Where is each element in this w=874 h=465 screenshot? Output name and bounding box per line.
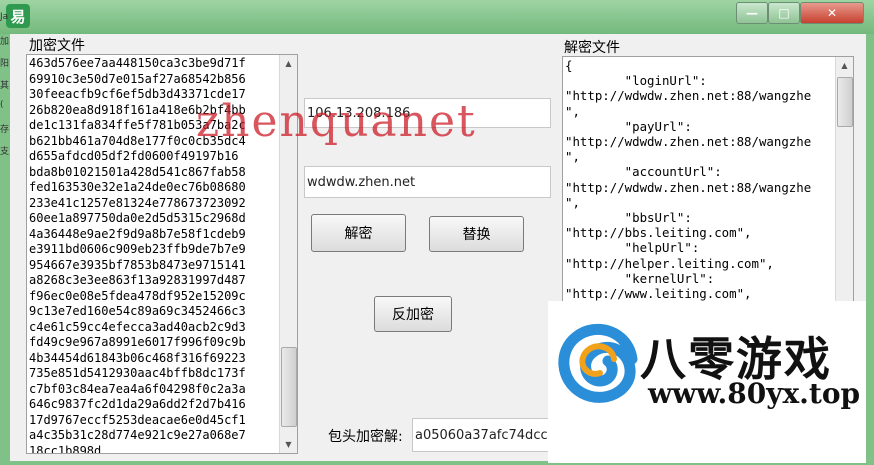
decrypted-line: "payUrl":	[565, 118, 692, 134]
title-bar: 易 — □ ✕	[0, 0, 874, 34]
decrypted-line: "http://bbs.leiting.com",	[565, 225, 752, 241]
encrypted-line: 69910c3e50d7e015af27a68542b856	[29, 71, 246, 86]
decrypted-line: {	[565, 58, 573, 73]
encrypted-file-label: 加密文件	[29, 38, 85, 54]
encrypted-line: a8268c3e3ee863f13a92831997d487	[29, 273, 246, 287]
decrypted-line: "http://helper.leiting.com",	[565, 255, 774, 271]
app-icon: 易	[6, 4, 30, 28]
maximize-button[interactable]: □	[768, 2, 800, 24]
decrypted-file-label: 解密文件	[564, 40, 620, 56]
encrypted-line: fd49c9e967a8991e6017f996f09c9b	[29, 335, 246, 349]
encrypted-line: e3911bd0606c909eb23ffb9de7b7e9	[29, 242, 246, 256]
encrypted-line: 4a36448e9ae2f9d9a8b7e58f1cdeb9	[29, 226, 246, 241]
encrypted-line: d655afdcd05df2fd0600f49197b16	[29, 149, 239, 163]
decrypted-line: "loginUrl":	[565, 73, 707, 89]
header-decrypt-label: 包头加密解:	[328, 429, 403, 445]
encrypted-line: 4b34454d61843b06c468f316f69223	[29, 350, 246, 365]
background-window-fragment: 阳	[0, 59, 10, 69]
encrypted-line: 9c13e7ed160e54c89a69c3452466c3	[29, 304, 246, 318]
encrypted-line: 18cc1b898d	[29, 443, 102, 454]
window-frame-left	[0, 34, 10, 465]
encrypted-line: 646c9837fc2d1da29a6dd2f2d7b416	[29, 397, 246, 411]
decrypt-button[interactable]: 解密	[311, 214, 406, 252]
close-button[interactable]: ✕	[800, 2, 864, 24]
scroll-thumb[interactable]	[837, 77, 853, 127]
scroll-up-arrow-icon[interactable]: ▲	[280, 55, 297, 72]
window-frame-right	[866, 34, 874, 465]
encrypted-line: a4c35b31c28d774e921c9e27a068e7	[29, 428, 246, 442]
header-decrypt-input[interactable]: a05060a37afc74dcc1	[412, 418, 560, 452]
watermark-text: zhenquanet	[196, 96, 477, 147]
encrypted-line: fed163530e32e1a24de0ec76b08680	[29, 180, 246, 194]
decrypted-line: "helpUrl":	[565, 240, 700, 256]
decrypted-line: "http://wdwdw.zhen.net:88/wangzhe	[565, 134, 812, 150]
swirl-logo-icon	[558, 323, 638, 405]
minimize-button[interactable]: —	[736, 2, 768, 24]
encrypted-line: c7bf03c84ea7ea4a6f04298f0c2a3a	[29, 381, 246, 396]
encrypted-line: 233e41c1257e81324e778673723092	[29, 195, 246, 210]
decrypted-line: "kernelUrl":	[565, 270, 715, 286]
encrypted-line: 463d576ee7aa448150ca3c3be9d71f	[29, 56, 246, 70]
background-window-fragment: 支	[0, 147, 10, 157]
decrypted-line: ",	[565, 194, 580, 210]
scroll-thumb[interactable]	[281, 347, 297, 427]
decrypted-line: ",	[565, 103, 580, 119]
decrypted-line: "accountUrl":	[565, 164, 722, 180]
background-window-fragment: 加	[0, 37, 10, 47]
decrypted-line: "bbsUrl":	[565, 210, 692, 226]
encrypted-line: c4e61c59cc4efecca3ad40acb2c9d3	[29, 319, 246, 334]
decrypted-line: "http://wdwdw.zhen.net:88/wangzhe	[565, 179, 812, 195]
background-window-fragment: (	[0, 100, 4, 110]
encrypted-line: 735e851d5412930aac4bffb8dc173f	[29, 366, 246, 380]
scroll-up-arrow-icon[interactable]: ▲	[836, 57, 853, 74]
replace-button[interactable]: 替换	[429, 216, 524, 252]
host-input[interactable]: wdwdw.zhen.net	[304, 166, 551, 198]
background-window-fragment: 其	[0, 81, 10, 91]
background-window-fragment: 存	[0, 125, 10, 135]
decrypted-line: "http://wdwdw.zhen.net:88/wangzhe	[565, 88, 812, 104]
encrypted-line: 954667e3935bf7853b8473e9715141	[29, 257, 246, 272]
scroll-down-arrow-icon[interactable]: ▼	[280, 436, 297, 453]
logo-panel: 八零游戏 www.80yx.top	[548, 301, 866, 463]
background-window-fragment: Ja	[0, 12, 9, 22]
encrypted-line: f96ec0e08e5fdea478df952e15209c	[29, 288, 246, 303]
decrypted-line: ",	[565, 149, 580, 165]
logo-url: www.80yx.top	[648, 377, 861, 410]
encrypted-line: bda8b01021501a428d541c867fab58	[29, 164, 246, 179]
decrypted-line: "http://www.leiting.com",	[565, 286, 752, 302]
encrypted-line: 60ee1a897750da0e2d5d5315c2968d	[29, 211, 246, 225]
reencrypt-button[interactable]: 反加密	[374, 296, 452, 332]
decrypted-file-content: { "loginUrl": "http://wdwdw.zhen.net:88/w…	[563, 57, 853, 301]
encrypted-line: 17d9767eccf5253deacae6e0d45cf1	[29, 412, 246, 427]
